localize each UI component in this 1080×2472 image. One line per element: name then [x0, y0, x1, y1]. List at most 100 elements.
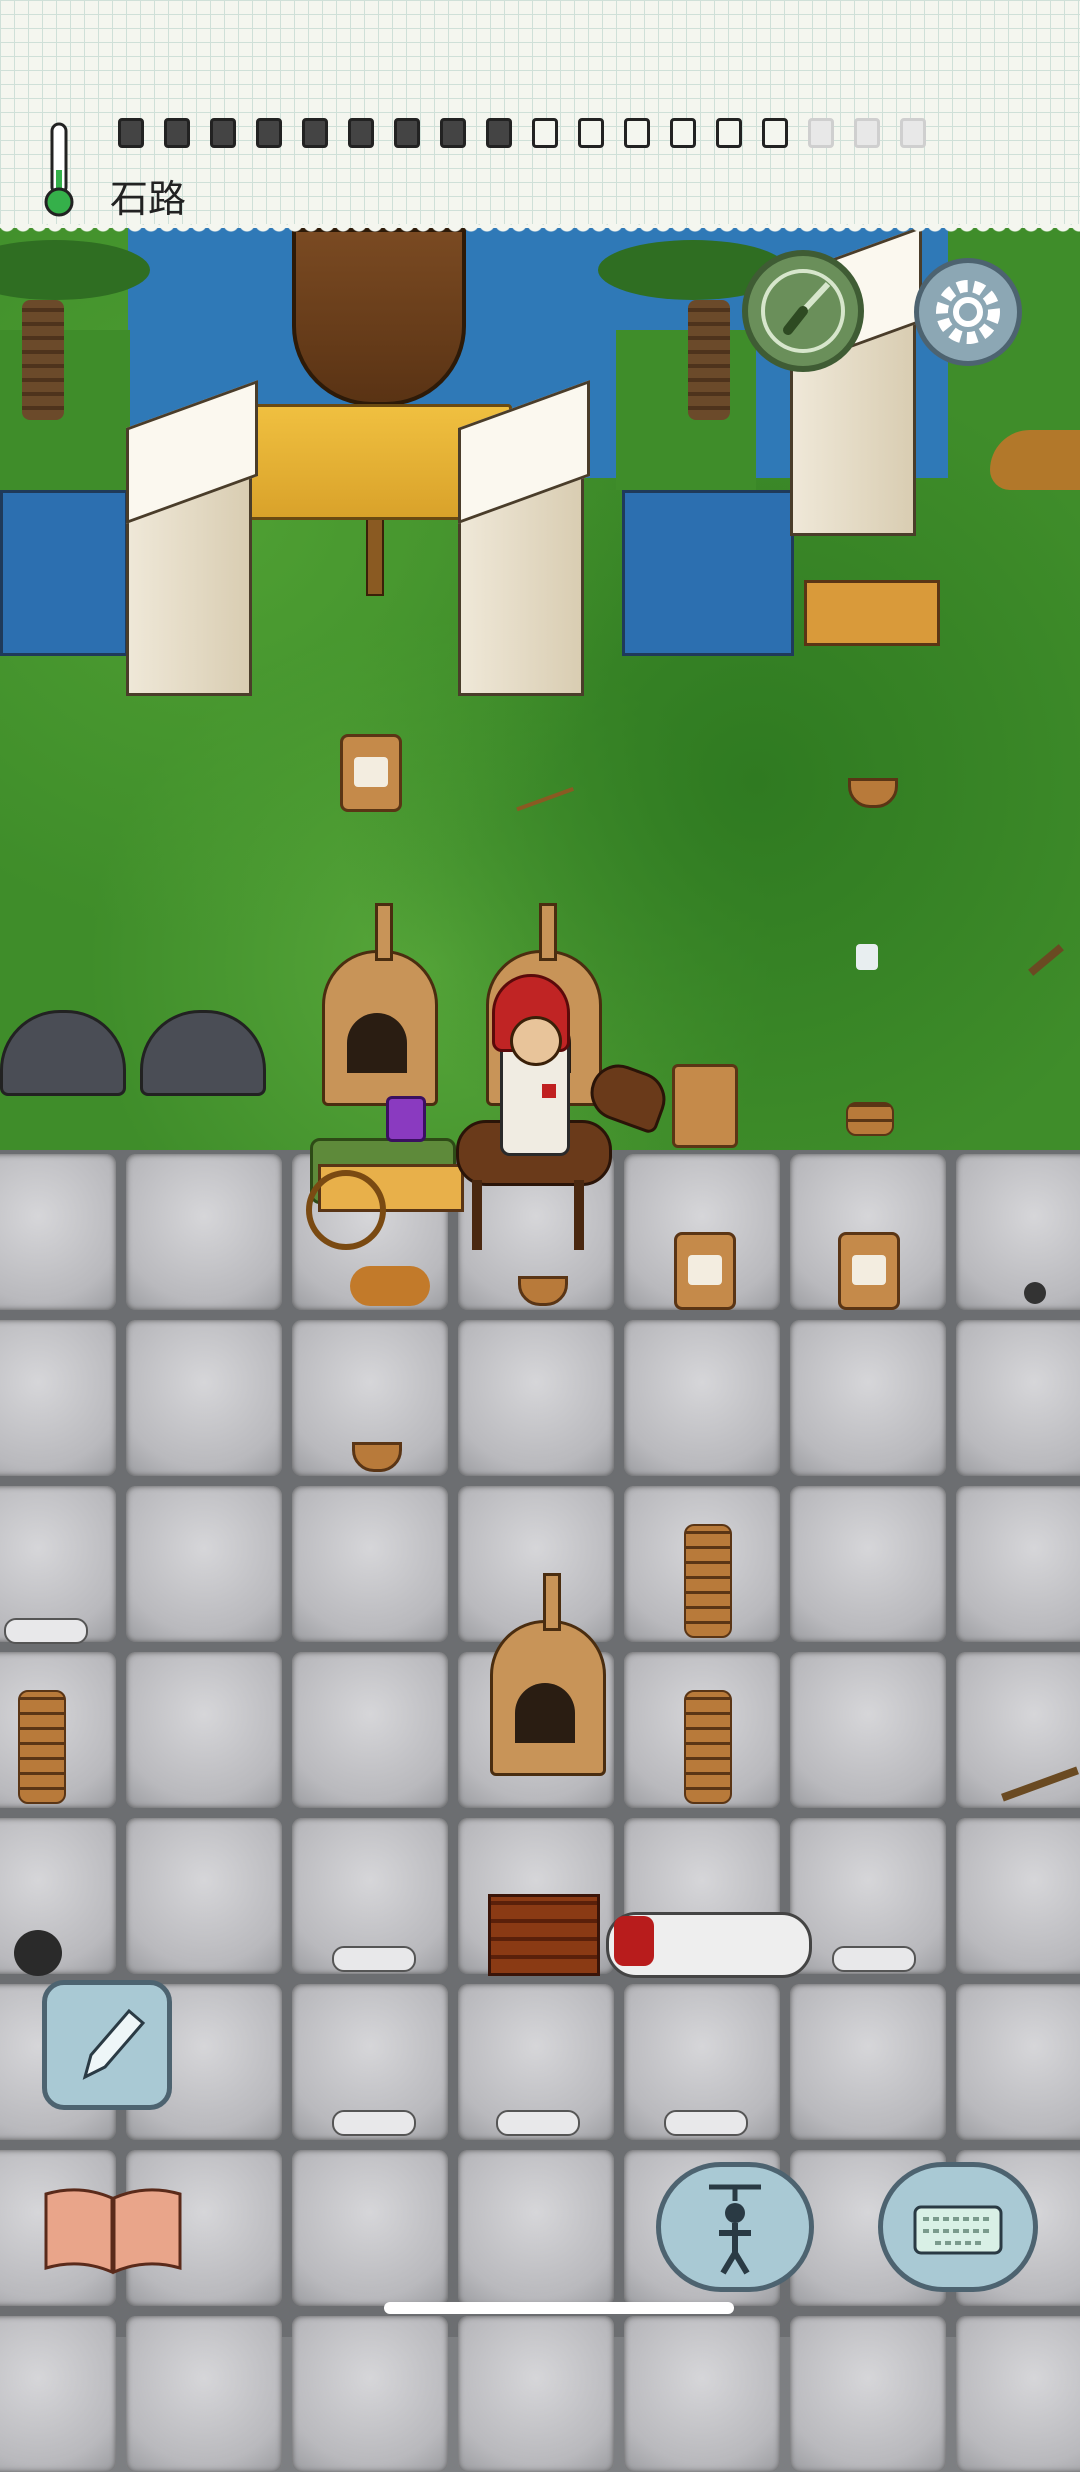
stone-tile[interactable]	[458, 2316, 614, 2472]
red-cross-emblem	[542, 1084, 556, 1098]
water-pool	[0, 490, 128, 656]
plate-stack[interactable]	[684, 1524, 732, 1638]
clay-jar[interactable]	[838, 1232, 900, 1310]
straw-pile[interactable]	[990, 430, 1080, 490]
stone-tile[interactable]	[0, 2316, 116, 2472]
round-stone[interactable]	[1024, 1282, 1046, 1304]
note-button[interactable]	[42, 1980, 172, 2110]
home-indicator	[384, 2302, 734, 2314]
cart-wheel	[306, 1170, 386, 1250]
flat-stone[interactable]	[832, 1946, 916, 1972]
brick-pile[interactable]	[488, 1894, 600, 1976]
stone-tile[interactable]	[292, 1652, 448, 1808]
food-meter	[118, 118, 926, 148]
stone-tile[interactable]	[624, 2316, 780, 2472]
stone-tile[interactable]	[956, 1818, 1080, 1974]
food-pip	[900, 118, 926, 148]
plate-stack[interactable]	[684, 1690, 732, 1804]
thermometer-icon	[44, 122, 74, 217]
stone-tile[interactable]	[292, 2150, 448, 2306]
wooden-boat[interactable]	[292, 228, 466, 406]
food-pip	[624, 118, 650, 148]
biome-label: 石路	[110, 177, 187, 221]
food-pip	[762, 118, 788, 148]
arrow-crate[interactable]	[804, 580, 940, 646]
food-pip	[394, 118, 420, 148]
flat-stone[interactable]	[496, 2110, 580, 2136]
pencil-icon	[82, 2008, 146, 2080]
palm-tree[interactable]	[688, 300, 730, 420]
stone-tile[interactable]	[956, 1320, 1080, 1476]
stone-tile[interactable]	[0, 1320, 116, 1476]
stone-tile[interactable]	[790, 2316, 946, 2472]
palm-tree[interactable]	[22, 300, 64, 420]
emote-button[interactable]	[656, 2162, 814, 2292]
charcoal[interactable]	[14, 1930, 62, 1976]
gear-icon	[936, 280, 1000, 344]
plate-stack[interactable]	[18, 1690, 66, 1804]
stone-tile[interactable]	[126, 1486, 282, 1642]
food-pip	[302, 118, 328, 148]
horse-leg	[574, 1180, 584, 1250]
food-pip	[716, 118, 742, 148]
stone-tile[interactable]	[956, 1486, 1080, 1642]
flat-stone[interactable]	[332, 2110, 416, 2136]
stone-tile[interactable]	[458, 1320, 614, 1476]
water-pool	[622, 490, 794, 656]
flat-stone[interactable]	[664, 2110, 748, 2136]
chat-button[interactable]	[878, 2162, 1038, 2292]
food-pip	[808, 118, 834, 148]
food-pip	[854, 118, 880, 148]
adobe-kiln[interactable]	[490, 1573, 606, 1776]
food-pip	[210, 118, 236, 148]
flat-stone[interactable]	[332, 1946, 416, 1972]
stone-tile[interactable]	[126, 1320, 282, 1476]
adobe-kiln[interactable]	[322, 903, 438, 1106]
stone-tile[interactable]	[292, 2316, 448, 2472]
player-face	[510, 1016, 562, 1066]
food-pip	[440, 118, 466, 148]
food-pip	[486, 118, 512, 148]
stone-tile[interactable]	[126, 1154, 282, 1310]
stone-tile[interactable]	[790, 1652, 946, 1808]
book-icon	[44, 2188, 182, 2275]
clay-jar[interactable]	[674, 1232, 736, 1310]
stone-tile[interactable]	[790, 1486, 946, 1642]
stone-tile[interactable]	[956, 2316, 1080, 2472]
recipe-book-button[interactable]	[40, 2180, 186, 2276]
food-pip	[670, 118, 696, 148]
stone-tile[interactable]	[624, 1320, 780, 1476]
stone-tile[interactable]	[458, 2150, 614, 2306]
stone-tile[interactable]	[126, 1652, 282, 1808]
stone-tile[interactable]	[956, 1154, 1080, 1310]
plate-stack[interactable]	[846, 1102, 894, 1136]
flint-chip[interactable]	[856, 944, 878, 970]
stone-tile[interactable]	[458, 1486, 614, 1642]
food-pip	[118, 118, 144, 148]
food-pip	[164, 118, 190, 148]
puppet-icon	[709, 2184, 761, 2275]
compass-button[interactable]	[742, 250, 864, 372]
stone-tile[interactable]	[126, 2316, 282, 2472]
status-bar: 石路	[0, 0, 1080, 238]
stone-tile[interactable]	[126, 1818, 282, 1974]
compass-icon	[761, 269, 845, 353]
basket-barrel[interactable]	[672, 1064, 738, 1148]
grass-patch	[616, 330, 756, 490]
remains-clothing	[614, 1916, 654, 1966]
stone-tile[interactable]	[0, 1154, 116, 1310]
food-pip	[348, 118, 374, 148]
flat-stone[interactable]	[4, 1618, 88, 1644]
food-pip	[532, 118, 558, 148]
stone-tile[interactable]	[790, 1984, 946, 2140]
stone-tile[interactable]	[956, 1652, 1080, 1808]
cart-cargo-item	[386, 1096, 426, 1142]
keyboard-icon	[913, 2205, 1003, 2255]
stone-tile[interactable]	[956, 1984, 1080, 2140]
horse-leg	[472, 1180, 482, 1250]
food-pile[interactable]	[350, 1266, 430, 1306]
stone-tile[interactable]	[790, 1320, 946, 1476]
settings-button[interactable]	[914, 258, 1022, 366]
clay-jar[interactable]	[340, 734, 402, 812]
stone-tile[interactable]	[292, 1486, 448, 1642]
